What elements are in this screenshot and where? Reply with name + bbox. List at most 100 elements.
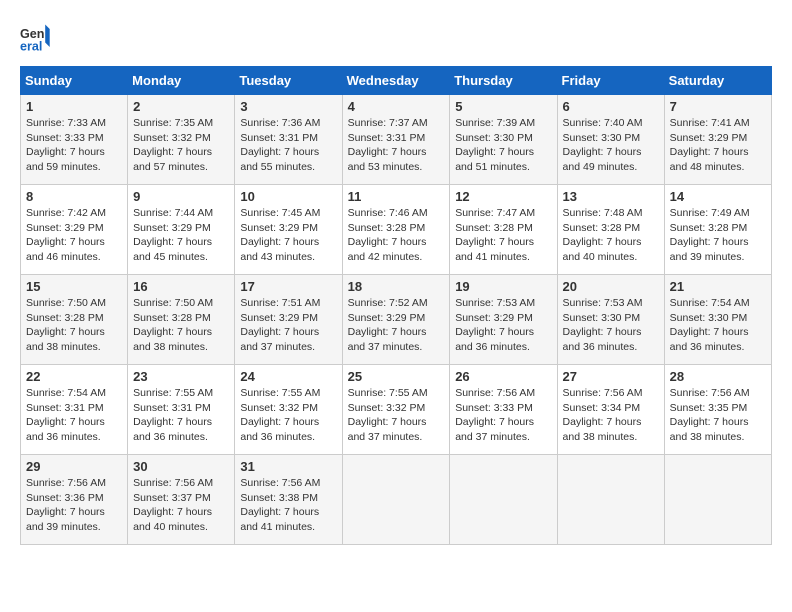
day-of-week-thursday: Thursday [450, 67, 557, 95]
day-info: Sunrise: 7:56 AMSunset: 3:34 PMDaylight:… [563, 386, 659, 445]
day-of-week-wednesday: Wednesday [342, 67, 450, 95]
day-info: Sunrise: 7:49 AMSunset: 3:28 PMDaylight:… [670, 206, 766, 265]
calendar-cell: 6 Sunrise: 7:40 AMSunset: 3:30 PMDaylight… [557, 95, 664, 185]
day-number: 25 [348, 369, 445, 384]
day-of-week-monday: Monday [128, 67, 235, 95]
day-number: 13 [563, 189, 659, 204]
day-number: 3 [240, 99, 336, 114]
day-number: 1 [26, 99, 122, 114]
calendar-week-2: 8 Sunrise: 7:42 AMSunset: 3:29 PMDaylight… [21, 185, 772, 275]
calendar-week-5: 29 Sunrise: 7:56 AMSunset: 3:36 PMDayligh… [21, 455, 772, 545]
calendar-cell: 24Sunrise: 7:55 AMSunset: 3:32 PMDayligh… [235, 365, 342, 455]
calendar-cell: 23 Sunrise: 7:55 AMSunset: 3:31 PMDayligh… [128, 365, 235, 455]
day-number: 17 [240, 279, 336, 294]
day-info: Sunrise: 7:36 AMSunset: 3:31 PMDaylight:… [240, 116, 336, 175]
day-number: 26 [455, 369, 551, 384]
calendar-cell: 14 Sunrise: 7:49 AMSunset: 3:28 PMDayligh… [664, 185, 771, 275]
day-number: 11 [348, 189, 445, 204]
day-info: Sunrise: 7:44 AMSunset: 3:29 PMDaylight:… [133, 206, 229, 265]
day-info: Sunrise: 7:56 AMSunset: 3:33 PMDaylight:… [455, 386, 551, 445]
day-info: Sunrise: 7:48 AMSunset: 3:28 PMDaylight:… [563, 206, 659, 265]
calendar-cell: 17 Sunrise: 7:51 AMSunset: 3:29 PMDayligh… [235, 275, 342, 365]
calendar-cell: 8 Sunrise: 7:42 AMSunset: 3:29 PMDaylight… [21, 185, 128, 275]
day-number: 5 [455, 99, 551, 114]
day-info: Sunrise: 7:54 AMSunset: 3:31 PMDaylight:… [26, 386, 122, 445]
day-info: Sunrise: 7:50 AMSunset: 3:28 PMDaylight:… [26, 296, 122, 355]
calendar-cell: 7 Sunrise: 7:41 AMSunset: 3:29 PMDaylight… [664, 95, 771, 185]
day-info: Sunrise: 7:56 AMSunset: 3:38 PMDaylight:… [240, 476, 336, 535]
calendar-cell: 19 Sunrise: 7:53 AMSunset: 3:29 PMDayligh… [450, 275, 557, 365]
calendar-cell: 30 Sunrise: 7:56 AMSunset: 3:37 PMDayligh… [128, 455, 235, 545]
calendar-cell: 1 Sunrise: 7:33 AMSunset: 3:33 PMDaylight… [21, 95, 128, 185]
day-info: Sunrise: 7:50 AMSunset: 3:28 PMDaylight:… [133, 296, 229, 355]
day-number: 19 [455, 279, 551, 294]
calendar-cell: 22 Sunrise: 7:54 AMSunset: 3:31 PMDayligh… [21, 365, 128, 455]
day-number: 28 [670, 369, 766, 384]
day-info: Sunrise: 7:45 AMSunset: 3:29 PMDaylight:… [240, 206, 336, 265]
day-info: Sunrise: 7:55 AMSunset: 3:32 PMDaylight:… [240, 386, 336, 445]
day-info: Sunrise: 7:53 AMSunset: 3:29 PMDaylight:… [455, 296, 551, 355]
day-info: Sunrise: 7:46 AMSunset: 3:28 PMDaylight:… [348, 206, 445, 265]
day-info: Sunrise: 7:33 AMSunset: 3:33 PMDaylight:… [26, 116, 122, 175]
calendar-cell: 21 Sunrise: 7:54 AMSunset: 3:30 PMDayligh… [664, 275, 771, 365]
calendar-cell [664, 455, 771, 545]
calendar-cell: 13 Sunrise: 7:48 AMSunset: 3:28 PMDayligh… [557, 185, 664, 275]
day-number: 16 [133, 279, 229, 294]
day-info: Sunrise: 7:56 AMSunset: 3:36 PMDaylight:… [26, 476, 122, 535]
logo: Gen eral [20, 20, 60, 56]
day-info: Sunrise: 7:47 AMSunset: 3:28 PMDaylight:… [455, 206, 551, 265]
day-of-week-tuesday: Tuesday [235, 67, 342, 95]
calendar-cell: 2 Sunrise: 7:35 AMSunset: 3:32 PMDaylight… [128, 95, 235, 185]
day-number: 7 [670, 99, 766, 114]
day-number: 15 [26, 279, 122, 294]
day-info: Sunrise: 7:37 AMSunset: 3:31 PMDaylight:… [348, 116, 445, 175]
calendar-cell: 16 Sunrise: 7:50 AMSunset: 3:28 PMDayligh… [128, 275, 235, 365]
page-header: Gen eral [20, 20, 772, 56]
day-info: Sunrise: 7:42 AMSunset: 3:29 PMDaylight:… [26, 206, 122, 265]
day-number: 8 [26, 189, 122, 204]
calendar-week-4: 22 Sunrise: 7:54 AMSunset: 3:31 PMDayligh… [21, 365, 772, 455]
day-info: Sunrise: 7:40 AMSunset: 3:30 PMDaylight:… [563, 116, 659, 175]
day-info: Sunrise: 7:41 AMSunset: 3:29 PMDaylight:… [670, 116, 766, 175]
day-info: Sunrise: 7:51 AMSunset: 3:29 PMDaylight:… [240, 296, 336, 355]
day-info: Sunrise: 7:55 AMSunset: 3:31 PMDaylight:… [133, 386, 229, 445]
day-number: 20 [563, 279, 659, 294]
header-row: SundayMondayTuesdayWednesdayThursdayFrid… [21, 67, 772, 95]
calendar-cell: 3 Sunrise: 7:36 AMSunset: 3:31 PMDaylight… [235, 95, 342, 185]
day-number: 29 [26, 459, 122, 474]
day-number: 6 [563, 99, 659, 114]
calendar-cell: 26 Sunrise: 7:56 AMSunset: 3:33 PMDayligh… [450, 365, 557, 455]
calendar-cell: 20Sunrise: 7:53 AMSunset: 3:30 PMDayligh… [557, 275, 664, 365]
calendar-cell: 25 Sunrise: 7:55 AMSunset: 3:32 PMDayligh… [342, 365, 450, 455]
logo-icon: Gen eral [20, 20, 56, 56]
day-number: 27 [563, 369, 659, 384]
day-number: 21 [670, 279, 766, 294]
calendar-body: 1 Sunrise: 7:33 AMSunset: 3:33 PMDaylight… [21, 95, 772, 545]
day-number: 22 [26, 369, 122, 384]
day-info: Sunrise: 7:35 AMSunset: 3:32 PMDaylight:… [133, 116, 229, 175]
day-number: 23 [133, 369, 229, 384]
day-number: 9 [133, 189, 229, 204]
calendar-cell: 28Sunrise: 7:56 AMSunset: 3:35 PMDayligh… [664, 365, 771, 455]
day-info: Sunrise: 7:55 AMSunset: 3:32 PMDaylight:… [348, 386, 445, 445]
calendar-cell: 15 Sunrise: 7:50 AMSunset: 3:28 PMDayligh… [21, 275, 128, 365]
day-of-week-friday: Friday [557, 67, 664, 95]
calendar-header: SundayMondayTuesdayWednesdayThursdayFrid… [21, 67, 772, 95]
calendar-cell: 10Sunrise: 7:45 AMSunset: 3:29 PMDayligh… [235, 185, 342, 275]
calendar-week-1: 1 Sunrise: 7:33 AMSunset: 3:33 PMDaylight… [21, 95, 772, 185]
day-info: Sunrise: 7:52 AMSunset: 3:29 PMDaylight:… [348, 296, 445, 355]
day-number: 30 [133, 459, 229, 474]
day-info: Sunrise: 7:56 AMSunset: 3:37 PMDaylight:… [133, 476, 229, 535]
day-of-week-sunday: Sunday [21, 67, 128, 95]
day-number: 14 [670, 189, 766, 204]
calendar-cell: 31Sunrise: 7:56 AMSunset: 3:38 PMDayligh… [235, 455, 342, 545]
calendar-cell [342, 455, 450, 545]
calendar-cell [557, 455, 664, 545]
calendar-table: SundayMondayTuesdayWednesdayThursdayFrid… [20, 66, 772, 545]
day-info: Sunrise: 7:54 AMSunset: 3:30 PMDaylight:… [670, 296, 766, 355]
day-of-week-saturday: Saturday [664, 67, 771, 95]
calendar-cell: 5Sunrise: 7:39 AMSunset: 3:30 PMDaylight… [450, 95, 557, 185]
calendar-cell: 18Sunrise: 7:52 AMSunset: 3:29 PMDayligh… [342, 275, 450, 365]
calendar-cell: 11 Sunrise: 7:46 AMSunset: 3:28 PMDayligh… [342, 185, 450, 275]
day-number: 2 [133, 99, 229, 114]
